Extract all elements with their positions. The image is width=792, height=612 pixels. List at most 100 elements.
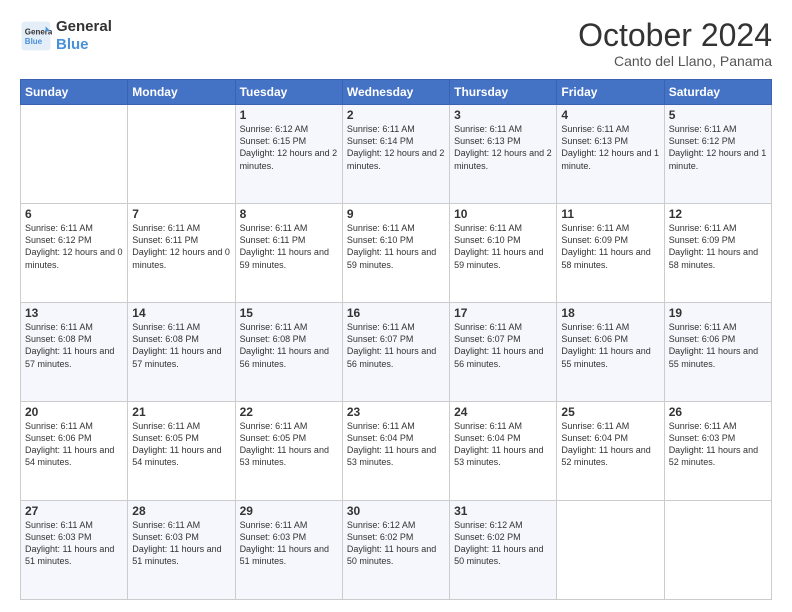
cell-content-line: Daylight: 11 hours and 52 minutes.	[561, 444, 659, 468]
cell-content-line: Sunrise: 6:11 AM	[240, 222, 338, 234]
cell-content-line: Sunset: 6:06 PM	[669, 333, 767, 345]
day-number: 3	[454, 108, 552, 122]
cell-content-line: Daylight: 11 hours and 56 minutes.	[454, 345, 552, 369]
cell-content-line: Daylight: 11 hours and 57 minutes.	[132, 345, 230, 369]
day-number: 25	[561, 405, 659, 419]
cell-1-1: 7Sunrise: 6:11 AMSunset: 6:11 PMDaylight…	[128, 204, 235, 303]
cell-0-3: 2Sunrise: 6:11 AMSunset: 6:14 PMDaylight…	[342, 105, 449, 204]
cell-2-5: 18Sunrise: 6:11 AMSunset: 6:06 PMDayligh…	[557, 303, 664, 402]
cell-content-line: Sunset: 6:05 PM	[132, 432, 230, 444]
cell-content-line: Sunrise: 6:11 AM	[347, 123, 445, 135]
cell-content-line: Sunrise: 6:11 AM	[669, 222, 767, 234]
cell-4-6	[664, 501, 771, 600]
week-row-3: 13Sunrise: 6:11 AMSunset: 6:08 PMDayligh…	[21, 303, 772, 402]
day-number: 26	[669, 405, 767, 419]
cell-4-0: 27Sunrise: 6:11 AMSunset: 6:03 PMDayligh…	[21, 501, 128, 600]
cell-content-line: Daylight: 11 hours and 56 minutes.	[240, 345, 338, 369]
cell-1-6: 12Sunrise: 6:11 AMSunset: 6:09 PMDayligh…	[664, 204, 771, 303]
cell-content-line: Sunrise: 6:11 AM	[132, 420, 230, 432]
cell-content-line: Sunset: 6:03 PM	[25, 531, 123, 543]
day-number: 8	[240, 207, 338, 221]
col-thursday: Thursday	[450, 80, 557, 105]
cell-content-line: Daylight: 11 hours and 53 minutes.	[347, 444, 445, 468]
cell-content-line: Sunrise: 6:12 AM	[454, 519, 552, 531]
cell-content-line: Sunrise: 6:11 AM	[347, 420, 445, 432]
cell-content-line: Sunrise: 6:11 AM	[25, 321, 123, 333]
month-title: October 2024	[578, 18, 772, 53]
cell-content-line: Sunset: 6:07 PM	[347, 333, 445, 345]
cell-content-line: Sunset: 6:03 PM	[132, 531, 230, 543]
day-number: 2	[347, 108, 445, 122]
cell-content-line: Sunset: 6:02 PM	[454, 531, 552, 543]
cell-content-line: Sunset: 6:05 PM	[240, 432, 338, 444]
cell-0-6: 5Sunrise: 6:11 AMSunset: 6:12 PMDaylight…	[664, 105, 771, 204]
day-number: 21	[132, 405, 230, 419]
cell-content-line: Daylight: 11 hours and 53 minutes.	[454, 444, 552, 468]
week-row-2: 6Sunrise: 6:11 AMSunset: 6:12 PMDaylight…	[21, 204, 772, 303]
col-monday: Monday	[128, 80, 235, 105]
day-number: 20	[25, 405, 123, 419]
day-number: 23	[347, 405, 445, 419]
cell-content-line: Sunrise: 6:11 AM	[240, 519, 338, 531]
cell-content-line: Daylight: 12 hours and 2 minutes.	[454, 147, 552, 171]
cell-content-line: Sunset: 6:13 PM	[561, 135, 659, 147]
cell-content-line: Sunrise: 6:11 AM	[669, 123, 767, 135]
cell-content-line: Daylight: 12 hours and 0 minutes.	[132, 246, 230, 270]
cell-content-line: Sunrise: 6:12 AM	[347, 519, 445, 531]
cell-content-line: Daylight: 11 hours and 56 minutes.	[347, 345, 445, 369]
day-number: 29	[240, 504, 338, 518]
day-number: 17	[454, 306, 552, 320]
day-number: 15	[240, 306, 338, 320]
day-number: 27	[25, 504, 123, 518]
cell-content-line: Sunset: 6:11 PM	[132, 234, 230, 246]
cell-content-line: Sunset: 6:06 PM	[561, 333, 659, 345]
cell-content-line: Sunset: 6:15 PM	[240, 135, 338, 147]
cell-0-0	[21, 105, 128, 204]
cell-content-line: Daylight: 11 hours and 54 minutes.	[132, 444, 230, 468]
cell-3-3: 23Sunrise: 6:11 AMSunset: 6:04 PMDayligh…	[342, 402, 449, 501]
cell-content-line: Sunset: 6:12 PM	[669, 135, 767, 147]
cell-3-2: 22Sunrise: 6:11 AMSunset: 6:05 PMDayligh…	[235, 402, 342, 501]
cell-content-line: Sunset: 6:03 PM	[669, 432, 767, 444]
day-number: 22	[240, 405, 338, 419]
col-friday: Friday	[557, 80, 664, 105]
day-number: 28	[132, 504, 230, 518]
day-number: 31	[454, 504, 552, 518]
cell-content-line: Daylight: 11 hours and 54 minutes.	[25, 444, 123, 468]
cell-content-line: Sunrise: 6:11 AM	[454, 222, 552, 234]
cell-content-line: Daylight: 11 hours and 52 minutes.	[669, 444, 767, 468]
cell-1-2: 8Sunrise: 6:11 AMSunset: 6:11 PMDaylight…	[235, 204, 342, 303]
cell-1-4: 10Sunrise: 6:11 AMSunset: 6:10 PMDayligh…	[450, 204, 557, 303]
cell-content-line: Daylight: 12 hours and 1 minute.	[561, 147, 659, 171]
logo-text-blue: Blue	[56, 36, 112, 54]
cell-content-line: Sunset: 6:08 PM	[132, 333, 230, 345]
day-number: 9	[347, 207, 445, 221]
day-number: 7	[132, 207, 230, 221]
cell-content-line: Sunrise: 6:11 AM	[347, 222, 445, 234]
cell-content-line: Sunset: 6:09 PM	[561, 234, 659, 246]
cell-4-4: 31Sunrise: 6:12 AMSunset: 6:02 PMDayligh…	[450, 501, 557, 600]
cell-content-line: Sunset: 6:03 PM	[240, 531, 338, 543]
day-number: 11	[561, 207, 659, 221]
cell-content-line: Daylight: 11 hours and 57 minutes.	[25, 345, 123, 369]
day-number: 13	[25, 306, 123, 320]
col-saturday: Saturday	[664, 80, 771, 105]
cell-content-line: Sunset: 6:10 PM	[347, 234, 445, 246]
cell-0-5: 4Sunrise: 6:11 AMSunset: 6:13 PMDaylight…	[557, 105, 664, 204]
day-number: 12	[669, 207, 767, 221]
cell-2-1: 14Sunrise: 6:11 AMSunset: 6:08 PMDayligh…	[128, 303, 235, 402]
cell-content-line: Sunset: 6:10 PM	[454, 234, 552, 246]
cell-content-line: Sunset: 6:04 PM	[347, 432, 445, 444]
week-row-1: 1Sunrise: 6:12 AMSunset: 6:15 PMDaylight…	[21, 105, 772, 204]
cell-content-line: Daylight: 11 hours and 51 minutes.	[25, 543, 123, 567]
cell-content-line: Sunrise: 6:11 AM	[561, 321, 659, 333]
day-number: 24	[454, 405, 552, 419]
day-number: 14	[132, 306, 230, 320]
cell-content-line: Daylight: 11 hours and 59 minutes.	[454, 246, 552, 270]
cell-content-line: Sunrise: 6:11 AM	[561, 222, 659, 234]
cell-content-line: Sunrise: 6:11 AM	[240, 321, 338, 333]
cell-content-line: Daylight: 11 hours and 51 minutes.	[240, 543, 338, 567]
cell-content-line: Sunset: 6:08 PM	[25, 333, 123, 345]
cell-2-0: 13Sunrise: 6:11 AMSunset: 6:08 PMDayligh…	[21, 303, 128, 402]
cell-content-line: Sunset: 6:06 PM	[25, 432, 123, 444]
